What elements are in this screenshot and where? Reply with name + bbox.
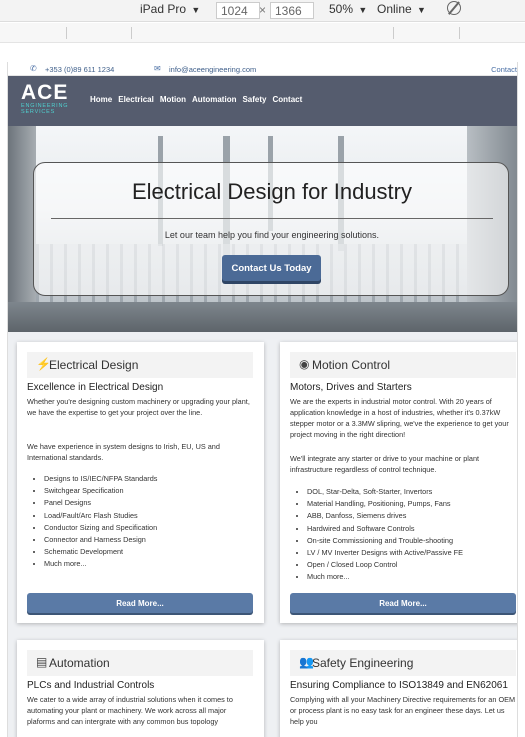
hero-divider: [51, 218, 493, 219]
zoom-dropdown-icon: ▼: [358, 5, 368, 15]
service-card-electrical: ⚡ Electrical Design Excellence in Electr…: [17, 342, 264, 623]
service-card-motion: ◉ Motion Control Motors, Drives and Star…: [280, 342, 517, 623]
list-item: Open / Closed Loop Control: [307, 559, 517, 571]
card-header: 👥 Safety Engineering: [290, 650, 516, 676]
motor-icon: ◉: [299, 357, 310, 371]
card-paragraph: We are the experts in industrial motor c…: [290, 397, 509, 439]
nav-contact[interactable]: Contact: [272, 95, 302, 104]
nav-motion[interactable]: Motion: [160, 95, 186, 104]
envelope-icon: ✉: [154, 64, 161, 73]
card-title: Safety Engineering: [312, 656, 414, 670]
nav-automation[interactable]: Automation: [192, 95, 236, 104]
hero-subtitle: Let our team help you find your engineer…: [164, 230, 380, 240]
list-item: Designs to IS/IEC/NFPA Standards: [44, 473, 259, 485]
card-header: ▤ Automation: [27, 650, 253, 676]
card-title: Electrical Design: [49, 358, 139, 372]
rotate-icon[interactable]: [447, 1, 461, 15]
card-paragraph: We have experience in system designs to …: [27, 442, 220, 462]
media-query-divider: [66, 27, 67, 39]
hero-title: Electrical Design for Industry: [132, 179, 412, 204]
card-paragraph: We cater to a wide array of industrial s…: [27, 695, 233, 726]
card-feature-list: Designs to IS/IEC/NFPA Standards Switchg…: [44, 473, 259, 571]
hero-banner: Electrical Design for Industry Let our t…: [8, 126, 517, 332]
card-subtitle: Ensuring Compliance to ISO13849 and EN62…: [290, 680, 508, 691]
card-subtitle: Excellence in Electrical Design: [27, 382, 164, 393]
list-item: Connector and Harness Design: [44, 534, 259, 546]
list-item: Load/Fault/Arc Flash Studies: [44, 510, 259, 522]
hero-background-image: [8, 302, 517, 332]
read-more-button[interactable]: Read More...: [27, 593, 253, 613]
service-card-automation: ▤ Automation PLCs and Industrial Control…: [17, 640, 264, 737]
network-value: Online: [377, 2, 412, 16]
card-subtitle: Motors, Drives and Starters: [290, 382, 412, 393]
zoom-selector[interactable]: 50% ▼: [329, 2, 367, 16]
contact-us-button[interactable]: Contact Us Today: [222, 255, 321, 281]
list-item: ABB, Danfoss, Siemens drives: [307, 510, 517, 522]
main-navbar: ACE ENGINEERING SERVICES Home Electrical…: [8, 76, 517, 126]
hero-panel: Electrical Design for Industry Let our t…: [33, 162, 509, 296]
device-dropdown-icon: ▼: [191, 5, 201, 15]
service-card-safety: 👥 Safety Engineering Ensuring Compliance…: [280, 640, 517, 737]
list-item: On-site Commissioning and Trouble-shooti…: [307, 535, 517, 547]
email-link[interactable]: info@aceengineering.com: [169, 65, 256, 74]
topbar-contact-link[interactable]: Contact: [491, 65, 517, 74]
contact-topbar: ✆ +353 (0)89 611 1234 ✉ info@aceengineer…: [8, 62, 517, 76]
list-item: Switchgear Specification: [44, 485, 259, 497]
nav-menu: Home Electrical Motion Automation Safety…: [90, 95, 302, 104]
media-query-divider: [131, 27, 132, 39]
nav-home[interactable]: Home: [90, 95, 112, 104]
site-viewport: ✆ +353 (0)89 611 1234 ✉ info@aceengineer…: [7, 62, 518, 737]
devtools-toolbar: iPad Pro ▼ × 50% ▼ Online ▼: [0, 0, 525, 22]
media-query-divider: [459, 27, 460, 39]
list-item: DOL, Star-Delta, Soft-Starter, Invertors: [307, 486, 517, 498]
phone-number[interactable]: +353 (0)89 611 1234: [45, 65, 114, 74]
media-query-divider: [393, 27, 394, 39]
list-item: Hardwired and Software Controls: [307, 523, 517, 535]
viewport-width-input[interactable]: [216, 2, 260, 19]
phone-icon: ✆: [30, 64, 37, 73]
card-paragraph: Whether you're designing custom machiner…: [27, 397, 250, 417]
list-item: Much more...: [44, 558, 259, 570]
device-name: iPad Pro: [140, 2, 187, 16]
card-title: Automation: [49, 656, 110, 670]
network-dropdown-icon: ▼: [417, 5, 426, 15]
dimension-separator: ×: [259, 3, 267, 17]
list-item: Much more...: [307, 571, 517, 583]
list-item: Material Handling, Positioning, Pumps, F…: [307, 498, 517, 510]
list-item: Panel Designs: [44, 497, 259, 509]
card-title: Motion Control: [312, 358, 391, 372]
nav-electrical[interactable]: Electrical: [118, 95, 154, 104]
plc-icon: ▤: [36, 655, 48, 669]
card-header: ⚡ Electrical Design: [27, 352, 253, 378]
card-paragraph: Complying with all your Machinery Direct…: [290, 695, 516, 726]
card-header: ◉ Motion Control: [290, 352, 516, 378]
list-item: Schematic Development: [44, 546, 259, 558]
card-feature-list: DOL, Star-Delta, Soft-Starter, Invertors…: [307, 486, 517, 584]
card-subtitle: PLCs and Industrial Controls: [27, 680, 155, 691]
logo-subtext: SERVICES: [21, 109, 56, 115]
list-item: LV / MV Inverter Designs with Active/Pas…: [307, 547, 517, 559]
zoom-value: 50%: [329, 2, 354, 16]
card-paragraph: We'll integrate any starter or drive to …: [290, 454, 480, 474]
logo-text: ACE: [21, 81, 69, 104]
site-logo[interactable]: ACE ENGINEERING SERVICES: [21, 82, 79, 122]
network-throttle-selector[interactable]: Online ▼: [377, 2, 426, 16]
viewport-height-input[interactable]: [270, 2, 314, 19]
media-query-bar[interactable]: [0, 23, 525, 43]
list-item: Conductor Sizing and Specification: [44, 522, 259, 534]
nav-safety[interactable]: Safety: [242, 95, 266, 104]
read-more-button[interactable]: Read More...: [290, 593, 516, 613]
device-selector[interactable]: iPad Pro ▼: [136, 2, 204, 18]
